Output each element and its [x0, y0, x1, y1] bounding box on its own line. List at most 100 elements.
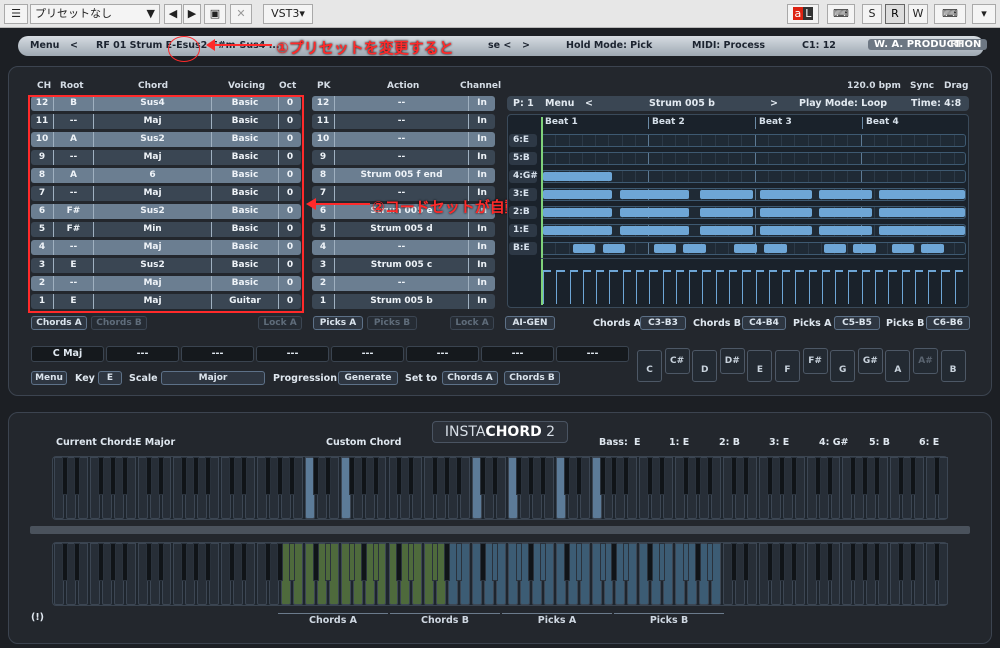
black-key[interactable]	[623, 457, 630, 495]
sync-toggle[interactable]: Sync	[910, 81, 934, 91]
velocity-bar[interactable]	[835, 270, 844, 304]
pattern-prev-button[interactable]: <	[585, 98, 593, 109]
key-button-f[interactable]: F	[775, 350, 800, 382]
black-key[interactable]	[659, 543, 666, 581]
pick-row-channel[interactable]: In	[468, 168, 495, 183]
note-block[interactable]	[819, 190, 872, 199]
chords-a-tab[interactable]: Chords A	[31, 316, 87, 330]
progression-menu-button[interactable]: Menu	[31, 371, 67, 385]
chords-b-tab[interactable]: Chords B	[91, 316, 147, 330]
black-key[interactable]	[814, 543, 821, 581]
pick-row-action[interactable]: --	[334, 114, 468, 129]
pattern-slot[interactable]: P: 1	[513, 98, 534, 109]
picks-lock-a-button[interactable]: Lock A	[450, 316, 494, 330]
pick-row-action[interactable]: Strum 005 c	[334, 258, 468, 273]
pick-row[interactable]: 8 Strum 005 f end In	[312, 168, 495, 183]
key-selector[interactable]: E	[98, 371, 122, 385]
velocity-bar[interactable]	[689, 270, 698, 304]
black-key[interactable]	[575, 457, 582, 495]
pick-row-channel[interactable]: In	[468, 258, 495, 273]
velocity-bar[interactable]	[609, 270, 618, 304]
black-key[interactable]	[73, 457, 80, 495]
note-block[interactable]	[543, 226, 613, 235]
black-key[interactable]	[826, 543, 833, 581]
sequencer-menu-button[interactable]: Menu	[545, 98, 574, 109]
black-key[interactable]	[527, 543, 534, 581]
black-key[interactable]	[611, 457, 618, 495]
progression-slot[interactable]: ---	[481, 346, 554, 362]
black-key[interactable]	[742, 543, 749, 581]
black-key[interactable]	[456, 543, 463, 581]
velocity-bar[interactable]	[596, 270, 605, 304]
black-key[interactable]	[408, 543, 415, 581]
picks-b-tab[interactable]: Picks B	[367, 316, 417, 330]
velocity-bar[interactable]	[795, 270, 804, 304]
note-block[interactable]	[759, 190, 812, 199]
progression-slot[interactable]: ---	[331, 346, 404, 362]
black-key[interactable]	[396, 543, 403, 581]
black-key[interactable]	[707, 457, 714, 495]
lane-row[interactable]	[541, 224, 966, 237]
pick-row[interactable]: 1 Strum 005 b In	[312, 294, 495, 309]
note-block[interactable]	[921, 244, 944, 253]
black-key[interactable]	[372, 457, 379, 495]
c1-selector[interactable]: C1: 12	[802, 40, 836, 51]
play-mode-selector[interactable]: Play Mode: Loop	[799, 98, 887, 109]
lane-row[interactable]	[541, 242, 966, 255]
key-button-gsharp[interactable]: G#	[857, 348, 883, 374]
pick-row[interactable]: 11 -- In	[312, 114, 495, 129]
generate-button[interactable]: Generate	[338, 371, 398, 385]
pattern-name[interactable]: Strum 005 b	[649, 98, 715, 109]
note-block[interactable]	[891, 244, 914, 253]
note-block[interactable]	[700, 226, 753, 235]
velocity-bar[interactable]	[649, 270, 658, 304]
picks-b-range[interactable]: C6-B6	[926, 316, 970, 330]
note-block[interactable]	[878, 190, 965, 199]
velocity-bar[interactable]	[635, 270, 645, 304]
output-keyboard[interactable]	[52, 456, 948, 520]
black-key[interactable]	[778, 543, 785, 581]
black-key[interactable]	[826, 457, 833, 495]
ai-gen-button[interactable]: AI-GEN	[505, 316, 555, 330]
black-key[interactable]	[444, 457, 451, 495]
black-key[interactable]	[241, 457, 248, 495]
black-key[interactable]	[910, 543, 917, 581]
black-key[interactable]	[265, 457, 272, 495]
note-block[interactable]	[819, 226, 872, 235]
black-key[interactable]	[265, 543, 272, 581]
black-key[interactable]	[193, 543, 200, 581]
black-key[interactable]	[121, 457, 128, 495]
black-key[interactable]	[372, 543, 379, 581]
progression-slot[interactable]: ---	[556, 346, 629, 362]
black-key[interactable]	[324, 543, 331, 581]
black-key[interactable]	[539, 457, 546, 495]
chords-lock-a-button[interactable]: Lock A	[258, 316, 302, 330]
key-button-asharp[interactable]: A#	[913, 348, 938, 374]
note-block[interactable]	[700, 208, 753, 217]
velocity-bar[interactable]	[861, 270, 871, 304]
velocity-bar[interactable]	[556, 270, 565, 304]
black-key[interactable]	[563, 457, 570, 495]
pick-row-action[interactable]: Strum 005 d	[334, 222, 468, 237]
black-key[interactable]	[934, 457, 941, 495]
save-icon[interactable]: ▣	[204, 4, 226, 24]
note-block[interactable]	[619, 226, 689, 235]
key-button-e[interactable]: E	[747, 350, 773, 382]
velocity-bar[interactable]	[808, 270, 817, 304]
more-icon[interactable]: ▾	[972, 4, 996, 24]
toggle-w[interactable]: W	[908, 4, 928, 24]
picks-a-tab[interactable]: Picks A	[313, 316, 363, 330]
pick-row-channel[interactable]: In	[468, 294, 495, 309]
pick-row-action[interactable]: --	[334, 240, 468, 255]
note-block[interactable]	[543, 190, 613, 199]
black-key[interactable]	[312, 543, 319, 581]
note-block[interactable]	[619, 190, 689, 199]
note-block[interactable]	[543, 172, 613, 181]
pick-row-action[interactable]: --	[334, 96, 468, 111]
black-key[interactable]	[276, 457, 283, 495]
picks-a-range[interactable]: C5-B5	[834, 316, 880, 330]
header-prev-button[interactable]: <	[70, 40, 78, 51]
pick-row-action[interactable]: --	[334, 150, 468, 165]
black-key[interactable]	[97, 543, 104, 581]
black-key[interactable]	[348, 457, 355, 495]
